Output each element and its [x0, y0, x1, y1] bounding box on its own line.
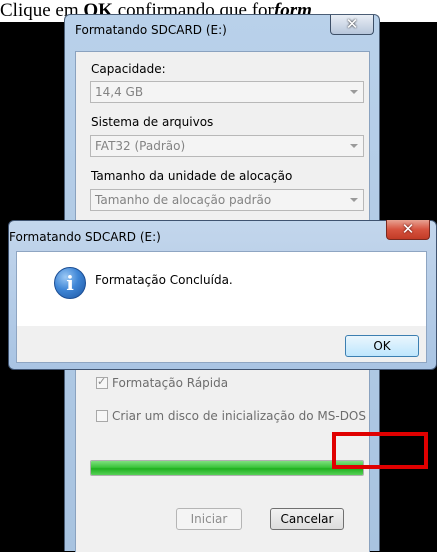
filesystem-label: Sistema de arquivos — [91, 115, 214, 129]
alloc-size-label: Tamanho da unidade de alocação — [91, 169, 293, 183]
capacity-select[interactable]: 14,4 GB — [90, 81, 364, 103]
msdos-boot-checkbox[interactable]: Criar um disco de inicialização do MS-DO… — [96, 409, 366, 423]
message-box-close-button[interactable]: ✕ — [386, 220, 430, 240]
ok-highlight-box — [332, 432, 428, 469]
filesystem-select[interactable]: FAT32 (Padrão) — [90, 135, 364, 157]
format-progress-bar — [90, 460, 364, 476]
message-box-window: Formatando SDCARD (E:) ✕ i Formatação Co… — [8, 220, 437, 370]
quick-format-checkbox[interactable]: Formatação Rápida — [96, 375, 229, 390]
checkbox-checked-icon — [96, 375, 108, 389]
message-box-title: Formatando SDCARD (E:) — [9, 230, 161, 244]
msdos-boot-label: Criar um disco de inicialização do MS-DO… — [112, 409, 366, 423]
checkbox-unchecked-icon — [96, 410, 108, 422]
message-text: Formatação Concluída. — [95, 273, 233, 287]
quick-format-label: Formatação Rápida — [112, 376, 229, 390]
format-dialog-close-button[interactable]: ✕ — [330, 15, 374, 35]
chevron-down-icon — [350, 90, 358, 94]
format-dialog-title: Formatando SDCARD (E:) — [75, 23, 227, 37]
info-icon: i — [54, 267, 86, 299]
alloc-size-select[interactable]: Tamanho de alocação padrão — [90, 189, 364, 211]
capacity-value: 14,4 GB — [95, 85, 144, 99]
cancel-button[interactable]: Cancelar — [270, 508, 344, 530]
ok-button[interactable]: OK — [345, 335, 419, 357]
alloc-size-value: Tamanho de alocação padrão — [95, 193, 272, 207]
chevron-down-icon — [350, 144, 358, 148]
message-box-content: i Formatação Concluída. — [17, 252, 426, 326]
format-progress-fill — [91, 461, 363, 475]
chevron-down-icon — [350, 198, 358, 202]
filesystem-value: FAT32 (Padrão) — [95, 139, 186, 153]
start-button[interactable]: Iniciar — [176, 508, 242, 530]
message-box-body: i Formatação Concluída. OK — [16, 251, 427, 363]
capacity-label: Capacidade: — [91, 62, 166, 76]
